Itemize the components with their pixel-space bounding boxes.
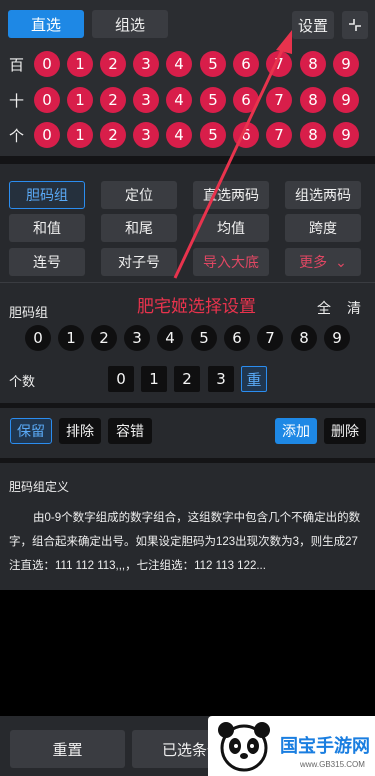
annotation-label: 肥宅姬选择设置 xyxy=(137,297,256,316)
digit-ball[interactable]: 8 xyxy=(300,51,326,77)
digit-ball[interactable]: 8 xyxy=(300,87,326,113)
dan-ma-digit[interactable]: 6 xyxy=(224,325,250,351)
digit-ball[interactable]: 4 xyxy=(166,122,192,148)
digit-ball[interactable]: 5 xyxy=(200,87,226,113)
row-label: 百 xyxy=(9,57,25,74)
digit-ball[interactable]: 7 xyxy=(266,122,292,148)
watermark-url: www.GB315.COM xyxy=(300,760,365,769)
digit-ball[interactable]: 7 xyxy=(266,51,292,77)
dan-ma-digit[interactable]: 9 xyxy=(324,325,350,351)
digit-ball[interactable]: 3 xyxy=(133,51,159,77)
digit-ball[interactable]: 0 xyxy=(34,122,60,148)
play-type-button[interactable]: 均值 xyxy=(193,214,269,242)
digit-ball[interactable]: 9 xyxy=(333,122,359,148)
tab-group[interactable]: 组选 xyxy=(92,10,168,38)
play-type-button[interactable]: 跨度 xyxy=(285,214,361,242)
exclude-button[interactable]: 排除 xyxy=(59,418,101,444)
play-type-button[interactable]: 胆码组 xyxy=(9,181,85,209)
play-type-button[interactable]: 和尾 xyxy=(101,214,177,242)
empty-area xyxy=(0,590,375,716)
add-button[interactable]: 添加 xyxy=(275,418,317,444)
tolerance-button[interactable]: 容错 xyxy=(108,418,152,444)
count-option[interactable]: 2 xyxy=(174,366,200,392)
settings-button[interactable]: 设置 xyxy=(292,11,334,39)
digit-ball[interactable]: 3 xyxy=(133,122,159,148)
action-bar xyxy=(0,408,375,458)
count-label: 个数 xyxy=(9,374,36,389)
clear-button[interactable]: 清 xyxy=(347,298,361,318)
collapse-icon xyxy=(349,19,361,31)
digit-row-tens: 十 0123456789 xyxy=(0,86,375,114)
dan-ma-digit[interactable]: 4 xyxy=(157,325,183,351)
dan-ma-label: 胆码组 xyxy=(9,305,49,320)
collapse-button[interactable] xyxy=(342,11,368,39)
keep-button[interactable]: 保留 xyxy=(10,418,52,444)
mode-tabs: 直选 组选 xyxy=(8,10,168,38)
dan-ma-digit[interactable]: 8 xyxy=(291,325,317,351)
digit-ball[interactable]: 0 xyxy=(34,87,60,113)
chevron-down-icon: ⌄ xyxy=(335,253,347,270)
digit-ball[interactable]: 2 xyxy=(100,122,126,148)
digit-ball[interactable]: 1 xyxy=(67,87,93,113)
play-type-button[interactable]: 对子号 xyxy=(101,248,177,276)
digit-ball[interactable]: 3 xyxy=(133,87,159,113)
definition-title: 胆码组定义 xyxy=(9,480,70,494)
digit-ball[interactable]: 4 xyxy=(166,51,192,77)
divider xyxy=(0,282,375,283)
dan-ma-digit[interactable]: 5 xyxy=(191,325,217,351)
play-type-button[interactable]: 连号 xyxy=(9,248,85,276)
play-type-button[interactable]: 定位 xyxy=(101,181,177,209)
tab-direct[interactable]: 直选 xyxy=(8,10,84,38)
digit-ball[interactable]: 1 xyxy=(67,122,93,148)
divider xyxy=(0,156,375,164)
digit-ball[interactable]: 2 xyxy=(100,87,126,113)
digit-ball[interactable]: 7 xyxy=(266,87,292,113)
count-option[interactable]: 3 xyxy=(208,366,234,392)
dan-ma-digit[interactable]: 3 xyxy=(124,325,150,351)
count-option[interactable]: 重 xyxy=(241,366,267,392)
panda-icon xyxy=(218,722,270,772)
row-label: 个 xyxy=(9,128,25,145)
count-option[interactable]: 0 xyxy=(108,366,134,392)
digit-ball[interactable]: 0 xyxy=(34,51,60,77)
digit-ball[interactable]: 4 xyxy=(166,87,192,113)
count-option[interactable]: 1 xyxy=(141,366,167,392)
play-type-button[interactable]: 和值 xyxy=(9,214,85,242)
reset-button[interactable]: 重置 xyxy=(10,730,125,768)
digit-ball[interactable]: 8 xyxy=(300,122,326,148)
dan-ma-digit[interactable]: 7 xyxy=(257,325,283,351)
digit-ball[interactable]: 6 xyxy=(233,51,259,77)
dan-ma-digit[interactable]: 2 xyxy=(91,325,117,351)
play-type-button[interactable]: 直选两码 xyxy=(193,181,269,209)
digit-ball[interactable]: 2 xyxy=(100,51,126,77)
digit-ball[interactable]: 5 xyxy=(200,51,226,77)
digit-ball[interactable]: 6 xyxy=(233,122,259,148)
row-label: 十 xyxy=(9,93,25,110)
play-type-button[interactable]: 组选两码 xyxy=(285,181,361,209)
digit-ball[interactable]: 5 xyxy=(200,122,226,148)
digit-ball[interactable]: 1 xyxy=(67,51,93,77)
digit-ball[interactable]: 9 xyxy=(333,87,359,113)
definition-text: 由0-9个数字组成的数字组合，这组数字中包含几个不确定出的数字，组合起来确定出号… xyxy=(9,512,361,572)
dan-ma-digit[interactable]: 0 xyxy=(25,325,51,351)
digit-row-units: 个 0123456789 xyxy=(0,121,375,149)
watermark-name: 国宝手游网 xyxy=(280,736,370,756)
play-type-label: 更多 xyxy=(299,254,328,270)
play-type-button[interactable]: 导入大底 xyxy=(193,248,269,276)
digit-row-hundreds: 百 0123456789 xyxy=(0,50,375,78)
delete-button[interactable]: 删除 xyxy=(324,418,366,444)
digit-ball[interactable]: 6 xyxy=(233,87,259,113)
digit-ball[interactable]: 9 xyxy=(333,51,359,77)
dan-ma-digit[interactable]: 1 xyxy=(58,325,84,351)
play-type-button[interactable]: 更多 ⌄ xyxy=(285,248,361,276)
select-all-button[interactable]: 全 xyxy=(317,298,331,318)
